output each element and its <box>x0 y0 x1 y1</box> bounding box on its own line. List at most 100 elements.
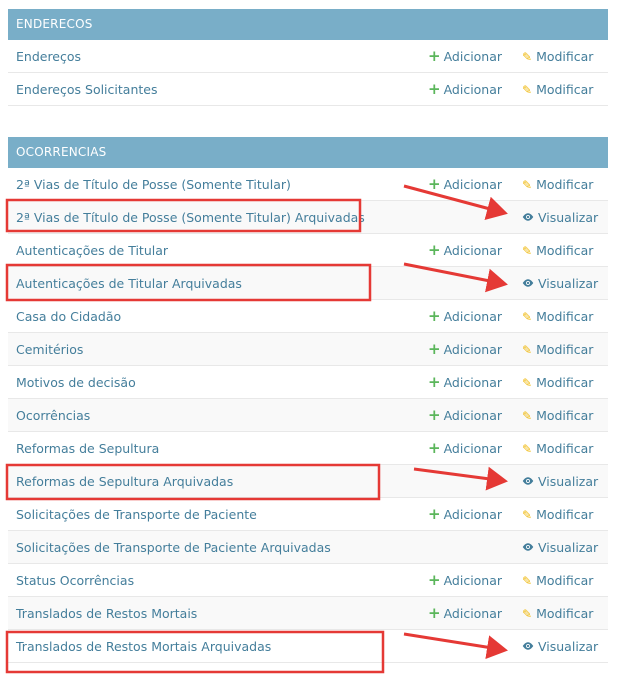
add-link[interactable]: + Adicionar <box>428 333 502 366</box>
table-row: Cemitérios + Adicionar ✎ Modificar <box>8 333 608 366</box>
table-row: 2ª Vias de Título de Posse (Somente Titu… <box>8 168 608 201</box>
model-link[interactable]: 2ª Vias de Título de Posse (Somente Titu… <box>16 201 365 234</box>
view-label: Visualizar <box>538 540 599 555</box>
change-label: Modificar <box>536 309 594 324</box>
change-link[interactable]: ✎ Modificar <box>522 399 593 433</box>
pencil-icon: ✎ <box>522 574 533 588</box>
model-link[interactable]: Casa do Cidadão <box>16 300 121 333</box>
model-link[interactable]: Reformas de Sepultura Arquivadas <box>16 465 233 498</box>
add-link[interactable]: + Adicionar <box>428 399 502 432</box>
table-row: Translados de Restos Mortais Arquivadas … <box>8 630 608 663</box>
eye-icon <box>522 642 534 650</box>
plus-icon: + <box>428 340 441 358</box>
add-link[interactable]: + Adicionar <box>428 597 502 630</box>
model-link[interactable]: Endereços Solicitantes <box>16 73 157 106</box>
model-link[interactable]: Motivos de decisão <box>16 366 136 399</box>
model-link[interactable]: Autenticações de Titular <box>16 234 168 267</box>
table-row: Motivos de decisão + Adicionar ✎ Modificar <box>8 366 608 399</box>
view-link[interactable]: Visualizar <box>522 201 598 234</box>
view-link[interactable]: Visualizar <box>522 531 598 564</box>
plus-icon: + <box>428 604 441 622</box>
add-label: Adicionar <box>443 441 503 456</box>
change-label: Modificar <box>536 507 594 522</box>
view-label: Visualizar <box>538 210 599 225</box>
add-label: Adicionar <box>443 342 503 357</box>
change-link[interactable]: ✎ Modificar <box>522 432 593 466</box>
pencil-icon: ✎ <box>522 409 533 423</box>
eye-icon <box>522 543 534 551</box>
add-link[interactable]: + Adicionar <box>428 234 502 267</box>
view-label: Visualizar <box>538 639 599 654</box>
add-link[interactable]: + Adicionar <box>428 498 502 531</box>
view-link[interactable]: Visualizar <box>522 267 598 300</box>
eye-icon <box>522 477 534 485</box>
plus-icon: + <box>428 505 441 523</box>
change-link[interactable]: ✎ Modificar <box>522 597 593 631</box>
table-row: 2ª Vias de Título de Posse (Somente Titu… <box>8 201 608 234</box>
add-label: Adicionar <box>443 309 503 324</box>
module-enderecos: ENDERECOS Endereços + Adicionar ✎ Modifica… <box>8 9 608 106</box>
add-label: Adicionar <box>443 606 503 621</box>
pencil-icon: ✎ <box>522 442 533 456</box>
change-label: Modificar <box>536 375 594 390</box>
add-link[interactable]: + Adicionar <box>428 366 502 399</box>
model-link[interactable]: Reformas de Sepultura <box>16 432 159 465</box>
change-link[interactable]: ✎ Modificar <box>522 333 593 367</box>
view-link[interactable]: Visualizar <box>522 630 598 663</box>
model-link[interactable]: 2ª Vias de Título de Posse (Somente Titu… <box>16 168 291 201</box>
table-row: Translados de Restos Mortais + Adicionar … <box>8 597 608 630</box>
pencil-icon: ✎ <box>522 310 533 324</box>
change-link[interactable]: ✎ Modificar <box>522 73 593 107</box>
change-link[interactable]: ✎ Modificar <box>522 564 593 598</box>
change-link[interactable]: ✎ Modificar <box>522 234 593 268</box>
table-row: Endereços + Adicionar ✎ Modificar <box>8 40 608 73</box>
table-row: Reformas de Sepultura + Adicionar ✎ Modifi… <box>8 432 608 465</box>
add-label: Adicionar <box>443 375 503 390</box>
change-link[interactable]: ✎ Modificar <box>522 40 593 74</box>
model-link[interactable]: Translados de Restos Mortais <box>16 597 197 630</box>
table-row: Solicitações de Transporte de Paciente A… <box>8 531 608 564</box>
change-link[interactable]: ✎ Modificar <box>522 300 593 334</box>
change-label: Modificar <box>536 606 594 621</box>
model-link[interactable]: Status Ocorrências <box>16 564 134 597</box>
table-row: Solicitações de Transporte de Paciente +… <box>8 498 608 531</box>
pencil-icon: ✎ <box>522 607 533 621</box>
change-label: Modificar <box>536 573 594 588</box>
model-link[interactable]: Solicitações de Transporte de Paciente A… <box>16 531 331 564</box>
model-link[interactable]: Translados de Restos Mortais Arquivadas <box>16 630 271 663</box>
table-row: Ocorrências + Adicionar ✎ Modificar <box>8 399 608 432</box>
model-link[interactable]: Ocorrências <box>16 399 90 432</box>
add-label: Adicionar <box>443 408 503 423</box>
table-row: Reformas de Sepultura Arquivadas Visuali… <box>8 465 608 498</box>
add-link[interactable]: + Adicionar <box>428 40 502 73</box>
add-link[interactable]: + Adicionar <box>428 432 502 465</box>
change-link[interactable]: ✎ Modificar <box>522 168 593 202</box>
model-link[interactable]: Endereços <box>16 40 81 73</box>
add-label: Adicionar <box>443 573 503 588</box>
plus-icon: + <box>428 241 441 259</box>
view-label: Visualizar <box>538 276 599 291</box>
add-link[interactable]: + Adicionar <box>428 168 502 201</box>
plus-icon: + <box>428 406 441 424</box>
pencil-icon: ✎ <box>522 178 533 192</box>
pencil-icon: ✎ <box>522 244 533 258</box>
model-link[interactable]: Cemitérios <box>16 333 83 366</box>
add-link[interactable]: + Adicionar <box>428 300 502 333</box>
add-link[interactable]: + Adicionar <box>428 564 502 597</box>
module-caption: OCORRENCIAS <box>8 137 608 168</box>
pencil-icon: ✎ <box>522 508 533 522</box>
change-link[interactable]: ✎ Modificar <box>522 498 593 532</box>
eye-icon <box>522 279 534 287</box>
pencil-icon: ✎ <box>522 376 533 390</box>
change-link[interactable]: ✎ Modificar <box>522 366 593 400</box>
model-link[interactable]: Autenticações de Titular Arquivadas <box>16 267 242 300</box>
add-label: Adicionar <box>443 82 503 97</box>
table-row: Status Ocorrências + Adicionar ✎ Modificar <box>8 564 608 597</box>
add-link[interactable]: + Adicionar <box>428 73 502 106</box>
add-label: Adicionar <box>443 507 503 522</box>
view-link[interactable]: Visualizar <box>522 465 598 498</box>
plus-icon: + <box>428 373 441 391</box>
table-row: Endereços Solicitantes + Adicionar ✎ Modif… <box>8 73 608 106</box>
model-link[interactable]: Solicitações de Transporte de Paciente <box>16 498 257 531</box>
change-label: Modificar <box>536 82 594 97</box>
